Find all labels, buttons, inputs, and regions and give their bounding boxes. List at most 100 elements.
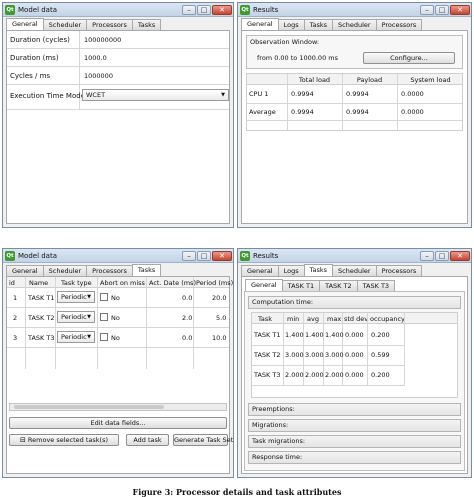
abort-on-miss-label: No bbox=[111, 334, 120, 342]
occupancy-value: 0.200 bbox=[371, 331, 390, 339]
row-label-average: Average bbox=[249, 108, 276, 116]
execution-time-model-select[interactable]: WCET ▼ bbox=[82, 89, 229, 101]
tab-scheduler[interactable]: Scheduler bbox=[42, 265, 88, 276]
task-type-select[interactable]: Periodic ▼ bbox=[57, 331, 95, 343]
subtab-content: Computation time: Task min avg max std d… bbox=[244, 291, 465, 471]
tab-general[interactable]: General bbox=[241, 265, 279, 276]
tab-scheduler[interactable]: Scheduler bbox=[42, 19, 88, 30]
tab-general[interactable]: General bbox=[241, 18, 279, 30]
column-header-occupancy: occupancy bbox=[370, 315, 405, 323]
minimize-button[interactable]: – bbox=[420, 250, 434, 261]
task-name[interactable]: TASK T2 bbox=[28, 314, 54, 322]
tab-tasks[interactable]: Tasks bbox=[131, 264, 162, 276]
tab-processors[interactable]: Processors bbox=[86, 19, 133, 30]
subtab-task-t3[interactable]: TASK T3 bbox=[356, 280, 396, 291]
task-migrations-section[interactable]: Task migrations: bbox=[248, 435, 461, 448]
title-bar: Qt Model data – □ ✕ bbox=[3, 249, 233, 263]
duration-cycles-label: Duration (cycles) bbox=[10, 36, 70, 44]
max-value: 1.400 bbox=[325, 331, 344, 339]
tab-processors[interactable]: Processors bbox=[86, 265, 133, 276]
task-name[interactable]: TASK T1 bbox=[28, 294, 54, 302]
abort-on-miss-label: No bbox=[111, 294, 120, 302]
configure-button[interactable]: Configure... bbox=[363, 52, 455, 64]
tab-tasks[interactable]: Tasks bbox=[303, 19, 334, 30]
minimize-button[interactable]: – bbox=[420, 4, 434, 15]
chevron-down-icon: ▼ bbox=[87, 314, 91, 320]
column-header-task: Task bbox=[258, 315, 273, 323]
act-date-value[interactable]: 0.0 bbox=[182, 334, 192, 342]
abort-on-miss-checkbox[interactable] bbox=[100, 293, 108, 301]
table-cell: 0.9994 bbox=[346, 90, 369, 98]
title-bar: Qt Results – □ ✕ bbox=[238, 249, 471, 263]
generate-task-set-button[interactable]: Generate Task Set bbox=[173, 434, 233, 446]
row-label-cpu1: CPU 1 bbox=[249, 90, 269, 98]
tab-bar: General Logs Tasks Scheduler Processors bbox=[241, 264, 423, 276]
period-value[interactable]: 10.0 bbox=[212, 334, 226, 342]
tab-processors[interactable]: Processors bbox=[375, 265, 423, 276]
subtab-task-t1[interactable]: TASK T1 bbox=[281, 280, 321, 291]
edit-data-fields-button[interactable]: Edit data fields... bbox=[9, 417, 227, 429]
tab-scheduler[interactable]: Scheduler bbox=[332, 19, 377, 30]
close-button[interactable]: ✕ bbox=[212, 4, 232, 15]
tab-general[interactable]: General bbox=[6, 18, 44, 30]
duration-ms-field[interactable]: 1000.0 bbox=[84, 54, 107, 62]
close-button[interactable]: ✕ bbox=[212, 250, 232, 261]
scrollbar-thumb[interactable] bbox=[14, 405, 164, 409]
task-type-select[interactable]: Periodic ▼ bbox=[57, 291, 95, 303]
duration-ms-label: Duration (ms) bbox=[10, 54, 59, 62]
tab-bar: General Logs Tasks Scheduler Processors bbox=[241, 18, 423, 30]
response-time-section[interactable]: Response time: bbox=[248, 451, 461, 464]
computation-time-section[interactable]: Computation time: bbox=[248, 296, 461, 309]
task-type-select[interactable]: Periodic ▼ bbox=[57, 311, 95, 323]
duration-cycles-field[interactable]: 100000000 bbox=[84, 36, 121, 44]
column-header-task-type: Task type bbox=[61, 279, 92, 287]
add-task-button[interactable]: Add task bbox=[126, 434, 169, 446]
period-value[interactable]: 20.0 bbox=[212, 294, 226, 302]
close-button[interactable]: ✕ bbox=[450, 250, 470, 261]
subtab-general[interactable]: General bbox=[245, 279, 283, 291]
task-label: TASK T1 bbox=[254, 331, 281, 339]
tab-logs[interactable]: Logs bbox=[277, 19, 305, 30]
tab-logs[interactable]: Logs bbox=[277, 265, 305, 276]
minimize-button[interactable]: – bbox=[182, 250, 196, 261]
period-value[interactable]: 5.0 bbox=[216, 314, 226, 322]
abort-on-miss-checkbox[interactable] bbox=[100, 313, 108, 321]
minimize-button[interactable]: – bbox=[182, 4, 196, 15]
maximize-button[interactable]: □ bbox=[197, 250, 211, 261]
task-type-value: Periodic bbox=[61, 313, 87, 321]
std-dev-value: 0.000 bbox=[345, 331, 364, 339]
act-date-value[interactable]: 0.0 bbox=[182, 294, 192, 302]
maximize-button[interactable]: □ bbox=[435, 250, 449, 261]
chevron-down-icon: ▼ bbox=[87, 294, 91, 300]
avg-value: 2.000 bbox=[305, 371, 324, 379]
column-header-avg: avg bbox=[307, 315, 319, 323]
table-cell: 0.9994 bbox=[346, 108, 369, 116]
maximize-button[interactable]: □ bbox=[435, 4, 449, 15]
task-name[interactable]: TASK T3 bbox=[28, 334, 54, 342]
migrations-section[interactable]: Migrations: bbox=[248, 419, 461, 432]
abort-on-miss-checkbox[interactable] bbox=[100, 333, 108, 341]
maximize-button[interactable]: □ bbox=[197, 4, 211, 15]
horizontal-scrollbar[interactable] bbox=[9, 403, 227, 411]
remove-selected-tasks-button[interactable]: ⊟ Remove selected task(s) bbox=[9, 434, 119, 446]
column-header-min: min bbox=[287, 315, 300, 323]
cycles-per-ms-field[interactable]: 1000000 bbox=[84, 72, 113, 80]
remove-selected-tasks-label: Remove selected task(s) bbox=[27, 436, 109, 444]
tab-tasks[interactable]: Tasks bbox=[131, 19, 162, 30]
subtab-task-t2[interactable]: TASK T2 bbox=[319, 280, 358, 291]
tasks-results-panel: General TASK T1 TASK T2 TASK T3 Computat… bbox=[241, 276, 468, 474]
act-date-value[interactable]: 2.0 bbox=[182, 314, 192, 322]
preemptions-section[interactable]: Preemptions: bbox=[248, 403, 461, 416]
close-button[interactable]: ✕ bbox=[450, 4, 470, 15]
tab-processors[interactable]: Processors bbox=[375, 19, 423, 30]
tab-general[interactable]: General bbox=[6, 265, 44, 276]
tab-scheduler[interactable]: Scheduler bbox=[332, 265, 377, 276]
model-data-window-top: Qt Model data – □ ✕ General Scheduler Pr… bbox=[2, 2, 234, 228]
task-subtab-bar: General TASK T1 TASK T2 TASK T3 bbox=[245, 279, 396, 291]
observation-range: from 0.00 to 1000.00 ms bbox=[257, 54, 338, 62]
title-bar: Qt Results – □ ✕ bbox=[238, 3, 471, 17]
tab-tasks[interactable]: Tasks bbox=[303, 264, 334, 276]
execution-time-model-value: WCET bbox=[86, 91, 106, 99]
max-value: 2.000 bbox=[325, 371, 344, 379]
min-value: 1.400 bbox=[285, 331, 304, 339]
